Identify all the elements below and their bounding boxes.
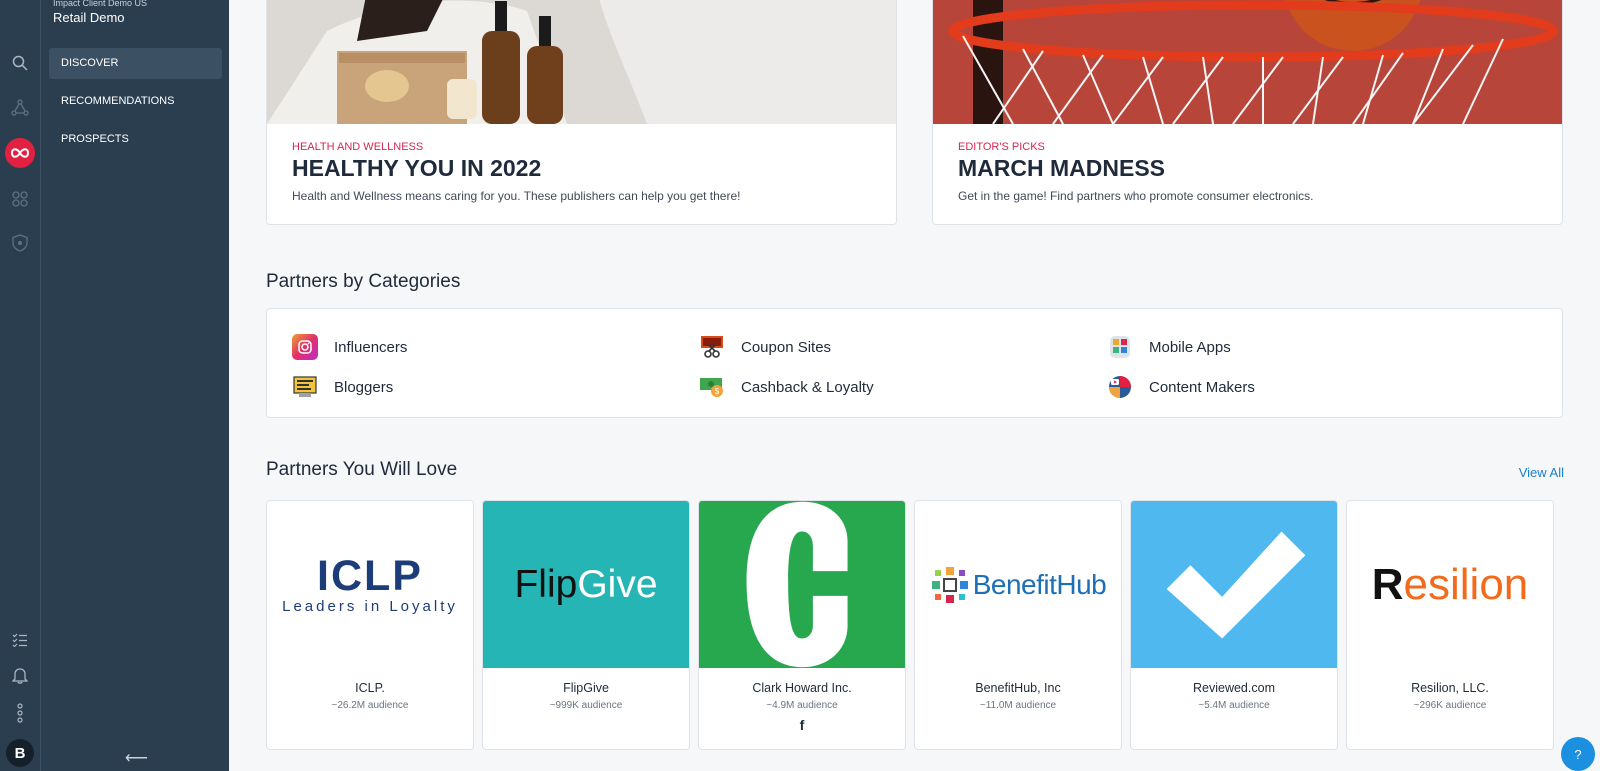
avatar[interactable]: B	[6, 739, 34, 767]
apps-icon[interactable]	[8, 187, 32, 211]
partner-card-flipgive[interactable]: Flip Give FlipGive ~999K audience	[482, 500, 690, 750]
main-content: HEALTH AND WELLNESS HEALTHY YOU IN 2022 …	[229, 0, 1600, 771]
partner-card-clark-howard[interactable]: Clark Howard Inc. ~4.9M audience f	[698, 500, 906, 750]
category-label: Coupon Sites	[741, 338, 832, 356]
partner-audience: ~4.9M audience	[766, 700, 838, 711]
flipgive-logo: Flip Give	[483, 501, 689, 668]
category-influencers[interactable]: Influencers	[292, 334, 407, 360]
partner-audience: ~11.0M audience	[979, 700, 1057, 711]
benefithub-mark	[931, 566, 968, 603]
category-bloggers[interactable]: Bloggers	[292, 374, 393, 400]
categories-panel: Influencers Coupon Sites Mobile Apps Blo…	[266, 308, 1563, 418]
category-label: Bloggers	[334, 378, 394, 396]
reviewed-checkmark-logo	[1131, 501, 1337, 668]
category-label: Content Makers	[1149, 378, 1255, 396]
partner-name: Clark Howard Inc.	[752, 681, 852, 695]
content-makers-icon	[1107, 374, 1133, 400]
partner-card-resilion[interactable]: Resilion Resilion, LLC. ~296K audience	[1346, 500, 1554, 750]
logo-text-b: Give	[577, 562, 658, 606]
sidebar-item-discover[interactable]: DISCOVER	[49, 48, 222, 79]
category-coupon-sites[interactable]: Coupon Sites	[699, 334, 831, 360]
help-button[interactable]: ?	[1561, 737, 1595, 771]
partner-card-benefithub[interactable]: BenefitHub BenefitHub, Inc ~11.0M audien…	[914, 500, 1122, 750]
partner-name: ICLP.	[355, 681, 385, 695]
more-vertical-icon[interactable]	[8, 701, 32, 725]
logo-text: ICLP	[317, 552, 423, 600]
feature-kicker: EDITOR'S PICKS	[958, 141, 1045, 153]
sidebar-item-recommendations[interactable]: RECOMMENDATIONS	[49, 86, 222, 117]
partner-audience: ~26.2M audience	[331, 700, 409, 711]
partner-audience: ~296K audience	[1413, 700, 1487, 711]
iclp-logo: ICLP Leaders in Loyalty	[267, 501, 473, 668]
partner-name: Resilion, LLC.	[1411, 681, 1489, 695]
category-label: Mobile Apps	[1149, 338, 1231, 356]
category-label: Cashback & Loyalty	[741, 378, 874, 396]
facebook-icon[interactable]: f	[699, 717, 905, 733]
benefithub-logo: BenefitHub	[915, 501, 1121, 668]
partner-name: FlipGive	[563, 681, 609, 695]
partner-card-reviewed[interactable]: Reviewed.com ~5.4M audience	[1130, 500, 1338, 750]
logo-text-a: Flip	[514, 562, 578, 606]
partner-name: Reviewed.com	[1193, 681, 1275, 695]
feature-card-health[interactable]: HEALTH AND WELLNESS HEALTHY YOU IN 2022 …	[266, 0, 897, 225]
mobile-apps-icon	[1107, 334, 1133, 360]
collapse-sidebar-icon[interactable]: ⟵	[125, 748, 148, 768]
feature-title: HEALTHY YOU IN 2022	[292, 155, 542, 181]
logo-initial: R	[1371, 559, 1404, 609]
partnerships-icon[interactable]	[5, 138, 35, 168]
feature-title: MARCH MADNESS	[958, 155, 1165, 181]
client-name[interactable]: Retail Demo	[53, 10, 125, 25]
partner-audience: ~5.4M audience	[1198, 700, 1270, 711]
instagram-icon	[292, 334, 318, 360]
partner-card-iclp[interactable]: ICLP Leaders in Loyalty ICLP. ~26.2M aud…	[266, 500, 474, 750]
search-icon[interactable]	[8, 51, 32, 75]
checklist-icon[interactable]	[8, 628, 32, 652]
feature-description: Health and Wellness means caring for you…	[292, 189, 741, 203]
section-title-categories: Partners by Categories	[266, 271, 461, 292]
feature-image-wellness	[267, 0, 896, 124]
logo-text: BenefitHub	[972, 568, 1107, 600]
category-content-makers[interactable]: Content Makers	[1107, 374, 1255, 400]
feature-kicker: HEALTH AND WELLNESS	[292, 141, 424, 153]
view-all-link[interactable]: View All	[1519, 465, 1564, 480]
bell-icon[interactable]	[8, 663, 32, 687]
logo-text: esilion	[1403, 559, 1529, 609]
category-label: Influencers	[334, 338, 408, 356]
logo-tagline: Leaders in Loyalty	[282, 598, 458, 615]
shield-icon[interactable]	[8, 231, 32, 255]
icon-rail: B	[0, 0, 40, 771]
blog-icon	[292, 374, 318, 400]
resilion-logo: Resilion	[1347, 501, 1553, 668]
category-cashback-loyalty[interactable]: $ Cashback & Loyalty	[699, 374, 874, 400]
partner-audience: ~999K audience	[549, 700, 623, 711]
sidebar: Impact Client Demo US Retail Demo DISCOV…	[40, 0, 229, 771]
svg-text:$: $	[715, 387, 720, 396]
network-icon[interactable]	[8, 96, 32, 120]
partner-name: BenefitHub, Inc	[975, 681, 1061, 695]
client-account-label: Impact Client Demo US	[53, 0, 148, 8]
feature-image-basketball	[933, 0, 1562, 124]
cashback-icon: $	[699, 374, 725, 400]
feature-card-march-madness[interactable]: EDITOR'S PICKS MARCH MADNESS Get in the …	[932, 0, 1563, 225]
clark-howard-logo	[699, 501, 905, 668]
section-title-partners: Partners You Will Love	[266, 459, 458, 480]
sidebar-item-prospects[interactable]: PROSPECTS	[49, 124, 222, 155]
category-mobile-apps[interactable]: Mobile Apps	[1107, 334, 1231, 360]
feature-description: Get in the game! Find partners who promo…	[958, 189, 1314, 203]
coupon-icon	[699, 334, 725, 360]
